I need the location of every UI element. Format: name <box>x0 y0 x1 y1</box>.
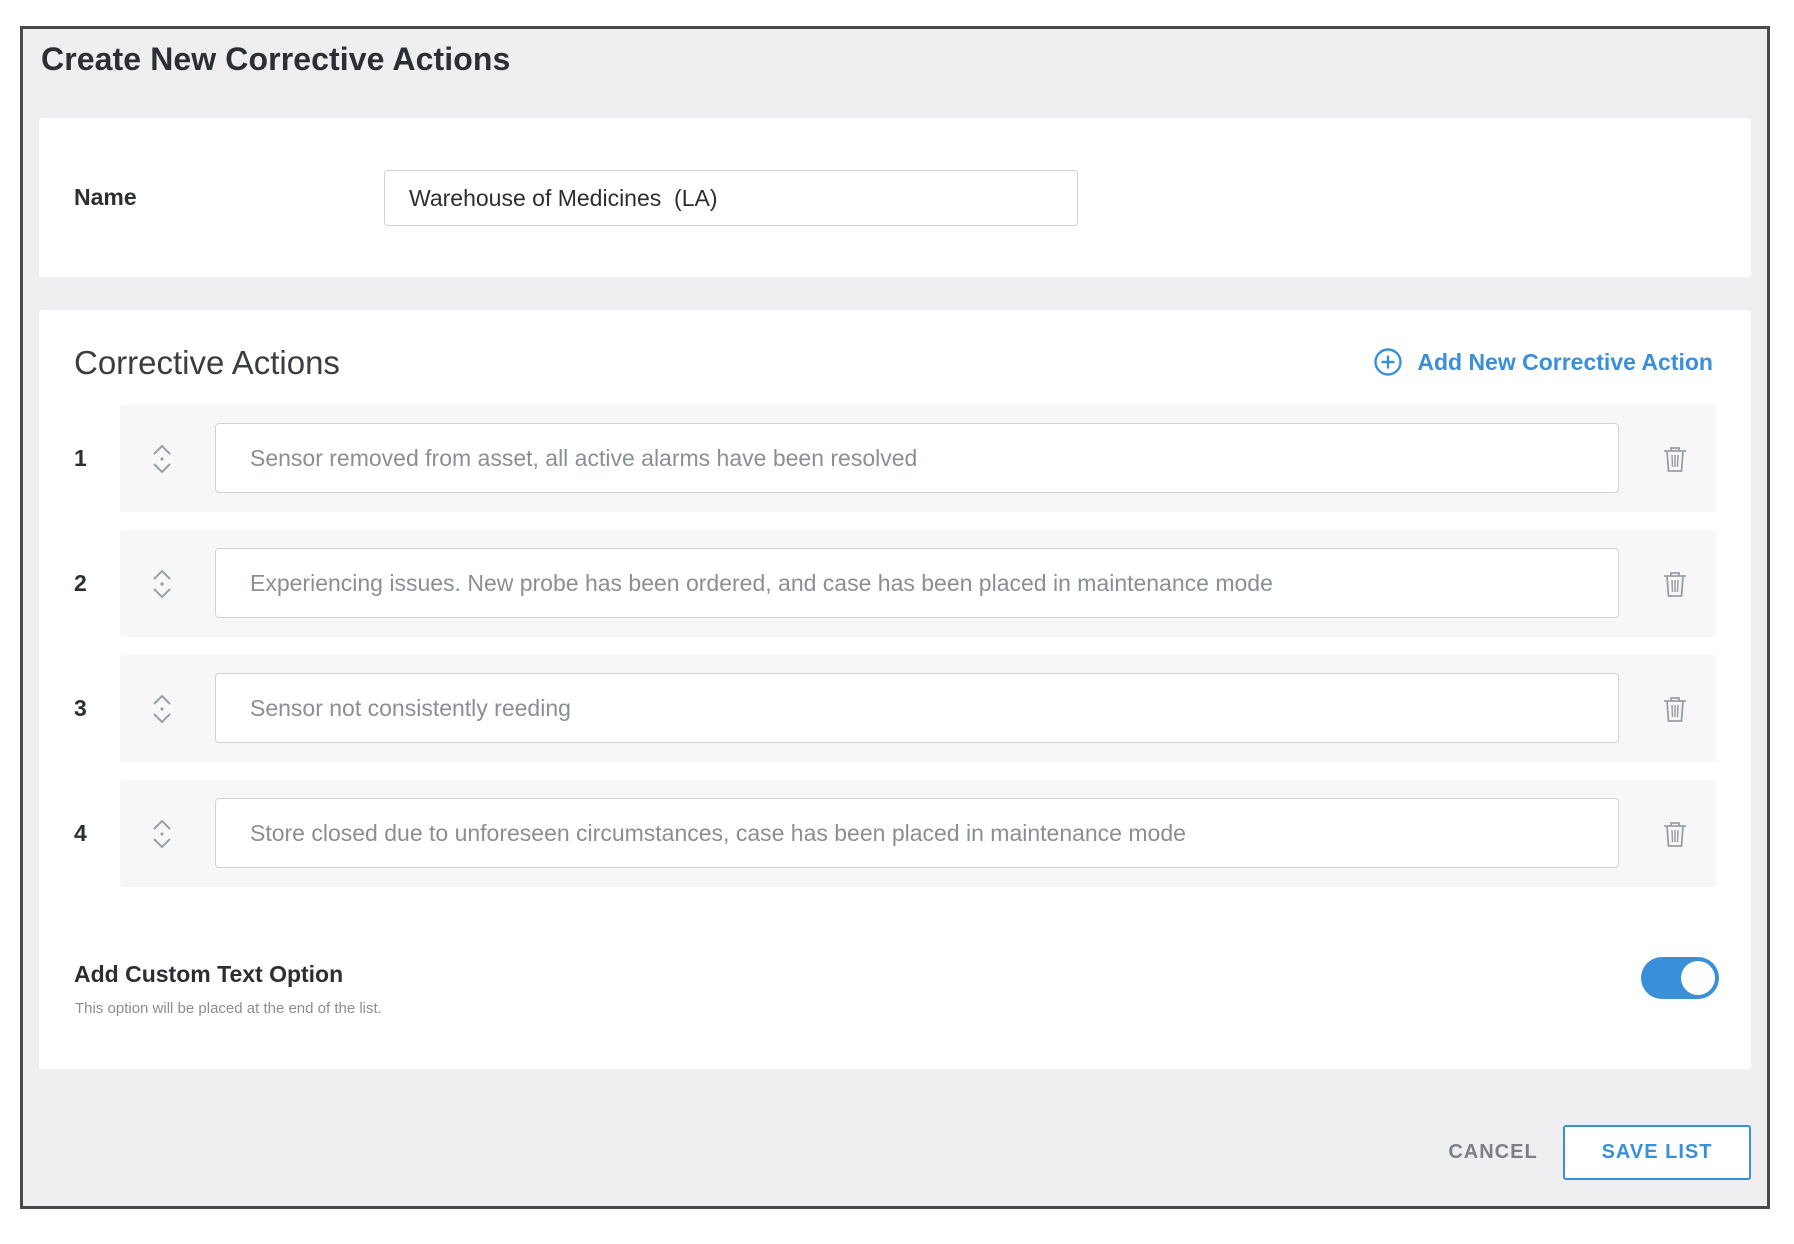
corrective-action-row: 1 <box>74 405 1716 512</box>
corrective-action-input[interactable] <box>215 423 1619 493</box>
corrective-action-row: 4 <box>74 780 1716 887</box>
name-label: Name <box>74 184 137 210</box>
drag-handle-icon[interactable] <box>150 692 174 726</box>
drag-handle-icon[interactable] <box>150 817 174 851</box>
corrective-action-row: 2 <box>74 530 1716 637</box>
row-number: 3 <box>74 695 87 721</box>
row-panel <box>120 530 1716 637</box>
corrective-action-row: 3 <box>74 655 1716 762</box>
dialog-title: Create New Corrective Actions <box>41 41 511 77</box>
name-card: Name <box>39 118 1751 277</box>
plus-circle-icon <box>1374 348 1403 376</box>
corrective-actions-card: Corrective Actions Add New Corrective Ac… <box>39 310 1751 1069</box>
custom-text-option-help: This option will be placed at the end of… <box>75 1000 382 1017</box>
name-input[interactable] <box>384 170 1078 226</box>
trash-icon[interactable] <box>1662 570 1688 598</box>
trash-icon[interactable] <box>1662 445 1688 473</box>
cancel-button[interactable]: CANCEL <box>1428 1125 1558 1180</box>
add-corrective-action-label: Add New Corrective Action <box>1417 348 1713 375</box>
create-corrective-actions-dialog: Create New Corrective Actions Name Corre… <box>20 26 1770 1209</box>
add-corrective-action-button[interactable]: Add New Corrective Action <box>1373 347 1713 377</box>
row-panel <box>120 780 1716 887</box>
corrective-action-input[interactable] <box>215 798 1619 868</box>
drag-handle-icon[interactable] <box>150 442 174 476</box>
row-panel <box>120 655 1716 762</box>
row-number: 1 <box>74 445 87 471</box>
save-list-button[interactable]: SAVE LIST <box>1563 1125 1751 1180</box>
trash-icon[interactable] <box>1662 820 1688 848</box>
custom-text-toggle[interactable] <box>1641 957 1719 999</box>
custom-text-option-label: Add Custom Text Option <box>74 961 344 987</box>
corrective-action-input[interactable] <box>215 673 1619 743</box>
row-number: 4 <box>74 820 87 846</box>
row-panel <box>120 405 1716 512</box>
drag-handle-icon[interactable] <box>150 567 174 601</box>
corrective-action-input[interactable] <box>215 548 1619 618</box>
section-title: Corrective Actions <box>74 344 340 381</box>
row-number: 2 <box>74 570 87 596</box>
toggle-knob <box>1681 961 1715 995</box>
trash-icon[interactable] <box>1662 695 1688 723</box>
